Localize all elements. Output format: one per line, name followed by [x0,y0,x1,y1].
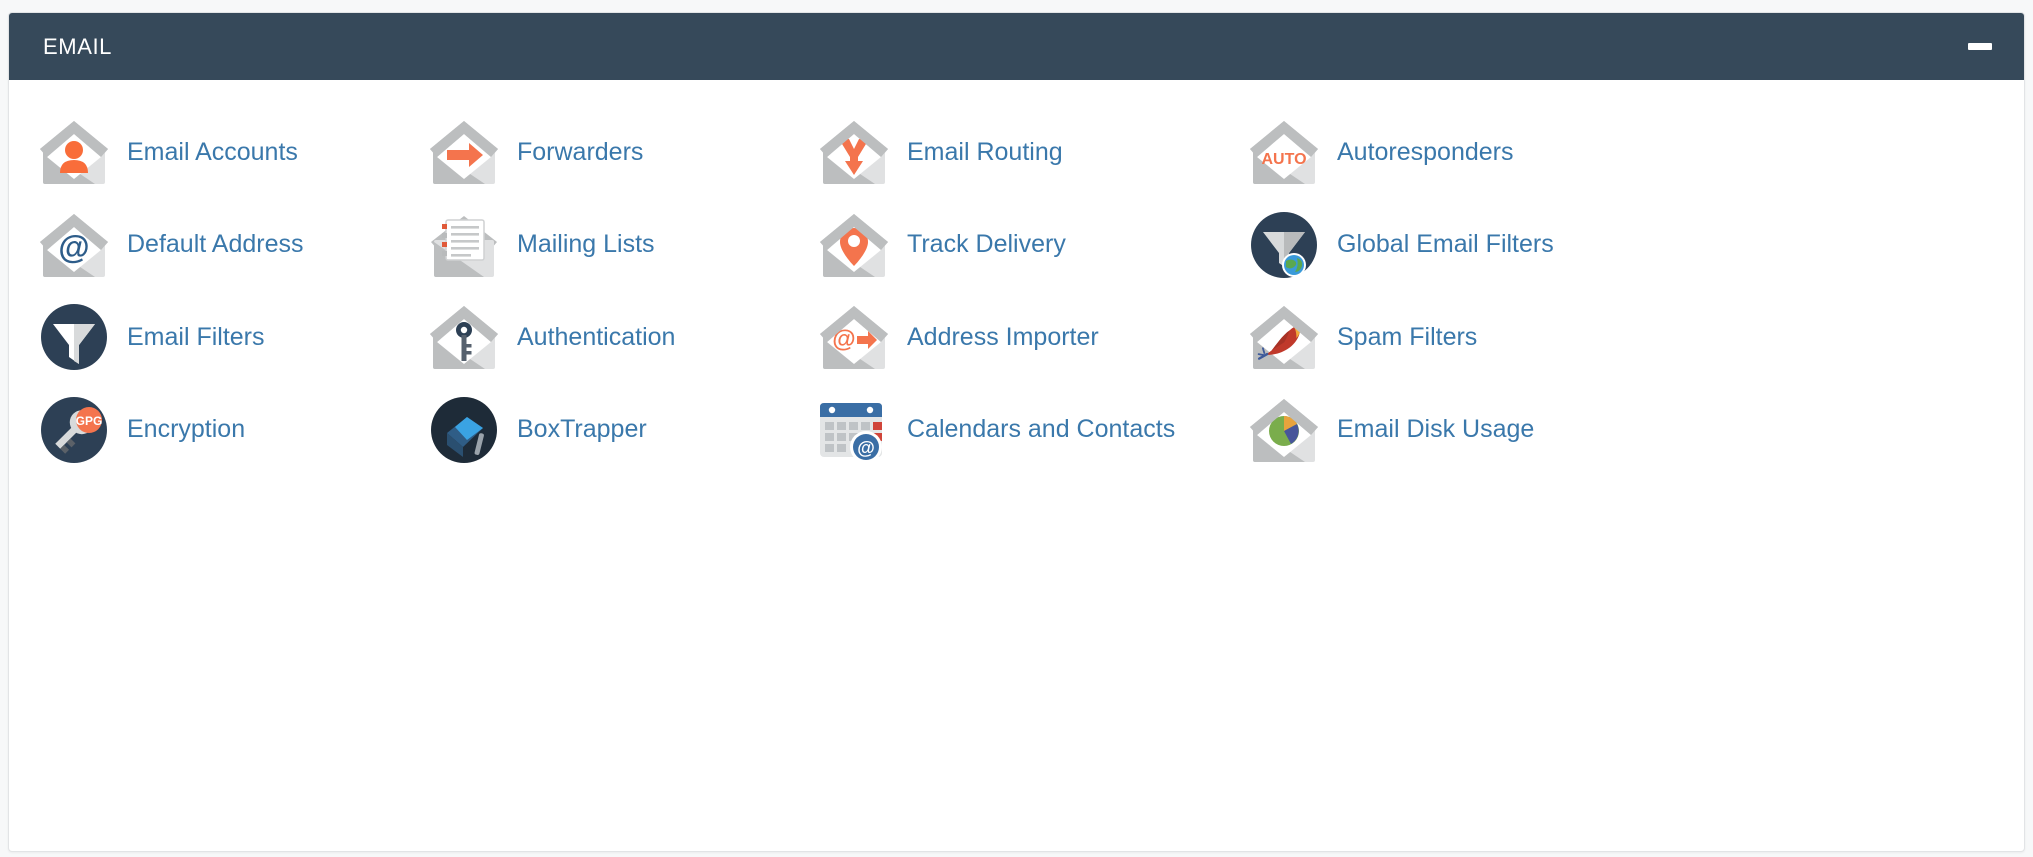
email-item-email-filters[interactable]: Email Filters [27,291,417,384]
email-item-label: Global Email Filters [1337,230,1554,258]
email-item-authentication[interactable]: Authentication [417,291,807,384]
email-item-label: Mailing Lists [517,230,655,258]
svg-text:AUTO: AUTO [1261,151,1306,168]
email-item-label: Encryption [127,415,246,443]
minus-icon[interactable] [1962,29,1998,65]
envelope-at-arrow-icon: @ [815,302,893,372]
svg-text:@: @ [857,438,875,458]
email-item-autoresponders[interactable]: AUTO Autoresponders [1237,106,2024,199]
email-item-global-email-filters[interactable]: Global Email Filters [1237,199,2024,292]
email-item-email-routing[interactable]: Email Routing [807,106,1237,199]
email-item-label: Autoresponders [1337,137,1514,166]
email-item-label: Email Routing [907,137,1063,166]
envelope-person-icon [35,117,113,187]
email-item-label: Calendars and Contacts [907,415,1176,443]
envelope-key-icon [425,302,503,372]
panel-body: Email Accounts Forwarders Email Routing AUT… [9,80,2024,851]
email-item-boxtrapper[interactable]: BoxTrapper [417,384,807,477]
envelope-auto-icon: AUTO [1245,117,1323,187]
email-feature-grid: Email Accounts Forwarders Email Routing AUT… [9,106,2024,476]
email-item-label: Authentication [517,322,676,351]
email-item-email-accounts[interactable]: Email Accounts [27,106,417,199]
email-item-mailing-lists[interactable]: Mailing Lists [417,199,807,292]
email-item-calendars-and-contacts[interactable]: @ Calendars and Contacts [807,384,1237,477]
svg-text:GPG: GPG [76,414,103,428]
email-item-label: Email Disk Usage [1337,415,1535,443]
email-item-track-delivery[interactable]: Track Delivery [807,199,1237,292]
email-item-label: Spam Filters [1337,322,1478,351]
email-item-forwarders[interactable]: Forwarders [417,106,807,199]
calendar-at-icon: @ [815,395,893,465]
envelope-routing-icon [815,117,893,187]
email-item-label: Track Delivery [907,230,1066,258]
email-item-label: Forwarders [517,137,644,166]
minus-bar [1968,43,1992,50]
email-item-default-address[interactable]: @ Default Address [27,199,417,292]
key-gpg-icon: GPG [35,395,113,465]
envelope-feather-icon [1245,302,1323,372]
funnel-globe-icon [1245,210,1323,280]
panel-header: EMAIL [9,13,2024,80]
email-item-label: Address Importer [907,322,1099,351]
email-item-address-importer[interactable]: @ Address Importer [807,291,1237,384]
envelope-pie-icon [1245,395,1323,465]
envelope-pin-icon [815,210,893,280]
envelope-arrow-icon [425,117,503,187]
envelope-list-icon [425,210,503,280]
page-title: EMAIL [43,33,113,59]
email-item-label: Email Accounts [127,137,298,166]
email-item-label: Default Address [127,230,304,258]
email-item-spam-filters[interactable]: Spam Filters [1237,291,2024,384]
email-item-label: BoxTrapper [517,415,647,443]
envelope-at-icon: @ [35,210,113,280]
box-trap-icon [425,395,503,465]
funnel-icon [35,302,113,372]
email-item-email-disk-usage[interactable]: Email Disk Usage [1237,384,2024,477]
email-item-encryption[interactable]: GPG Encryption [27,384,417,477]
email-item-label: Email Filters [127,322,265,351]
email-panel: EMAIL Email Accounts Forwarders Email Rout… [8,12,2025,852]
